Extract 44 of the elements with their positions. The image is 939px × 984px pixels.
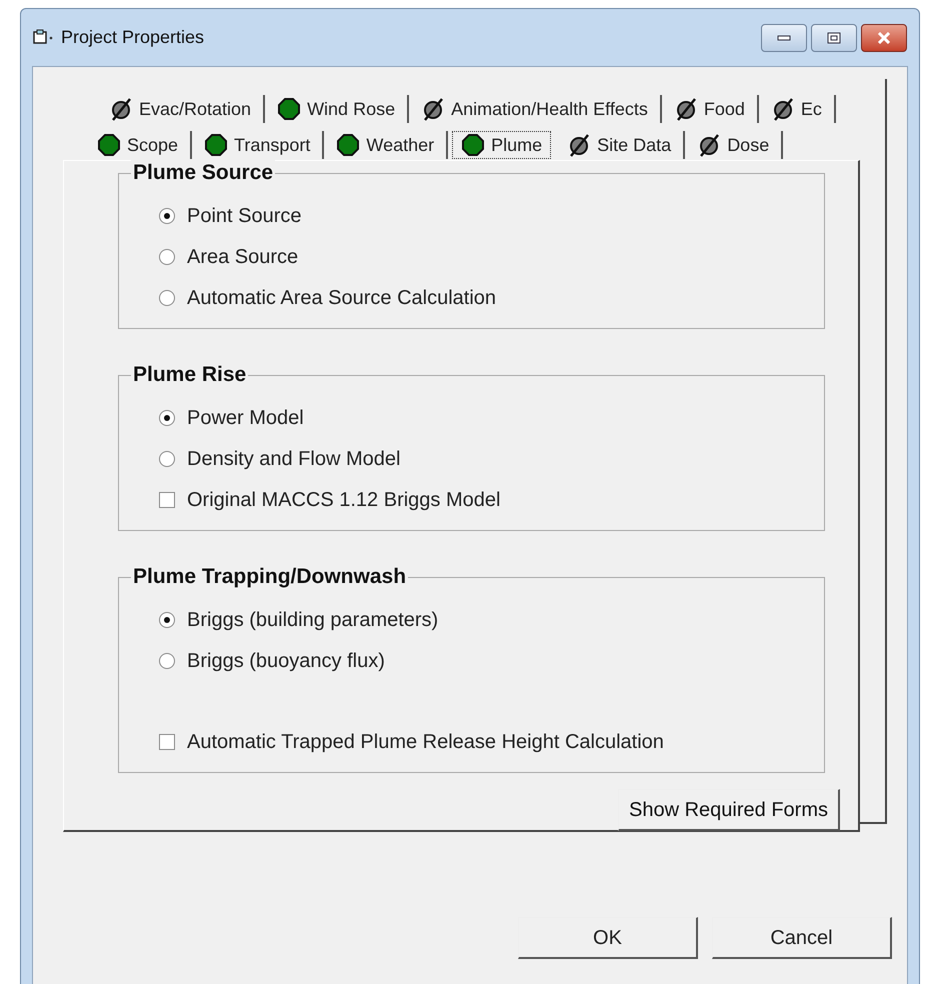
radio-button[interactable] xyxy=(159,612,175,628)
radio-button[interactable] xyxy=(159,249,175,265)
tab[interactable]: Wind Rose xyxy=(265,95,410,123)
slashed-circle-icon xyxy=(421,97,446,121)
app-icon xyxy=(33,28,55,46)
close-button[interactable] xyxy=(861,24,907,52)
octagon-icon xyxy=(277,97,302,121)
cancel-button[interactable]: Cancel xyxy=(712,917,892,959)
option-label: Briggs (building parameters) xyxy=(187,608,438,633)
option-label: Automatic Area Source Calculation xyxy=(187,286,496,311)
maximize-icon xyxy=(827,32,841,44)
option-label: Density and Flow Model xyxy=(187,447,400,472)
option-label: Briggs (buoyancy flux) xyxy=(187,649,385,674)
radio-button[interactable] xyxy=(159,410,175,426)
minimize-icon xyxy=(777,34,791,40)
ok-button[interactable]: OK xyxy=(518,917,698,959)
tab[interactable]: Food xyxy=(662,95,759,123)
tab[interactable]: Ec xyxy=(758,95,836,123)
slashed-circle-icon xyxy=(567,133,592,157)
option-label: Area Source xyxy=(187,245,298,270)
window-title: Project Properties xyxy=(61,26,204,49)
minimize-button[interactable] xyxy=(761,24,807,52)
show-required-forms-button[interactable]: Show Required Forms xyxy=(618,789,840,831)
option-label: Power Model xyxy=(187,406,304,431)
checkbox[interactable] xyxy=(159,492,175,508)
slashed-circle-icon xyxy=(109,97,133,121)
maximize-button[interactable] xyxy=(811,24,857,52)
checkbox[interactable] xyxy=(159,734,175,750)
option-label: Original MACCS 1.12 Briggs Model xyxy=(187,488,500,513)
octagon-icon xyxy=(97,133,121,157)
slashed-circle-icon xyxy=(697,133,722,157)
radio-button[interactable] xyxy=(159,653,175,669)
tab[interactable]: Evac/Rotation xyxy=(97,95,266,123)
tab[interactable]: Animation/Health Effects xyxy=(409,95,662,123)
option-label: Point Source xyxy=(187,204,302,229)
radio-button[interactable] xyxy=(159,451,175,467)
radio-button[interactable] xyxy=(159,208,175,224)
tab[interactable]: Plume xyxy=(452,131,552,159)
close-icon xyxy=(877,32,891,44)
octagon-icon xyxy=(204,133,228,157)
radio-button[interactable] xyxy=(159,290,175,306)
octagon-icon xyxy=(461,133,486,157)
octagon-icon xyxy=(336,133,360,157)
option-label: Automatic Trapped Plume Release Height Calculation xyxy=(187,730,664,755)
